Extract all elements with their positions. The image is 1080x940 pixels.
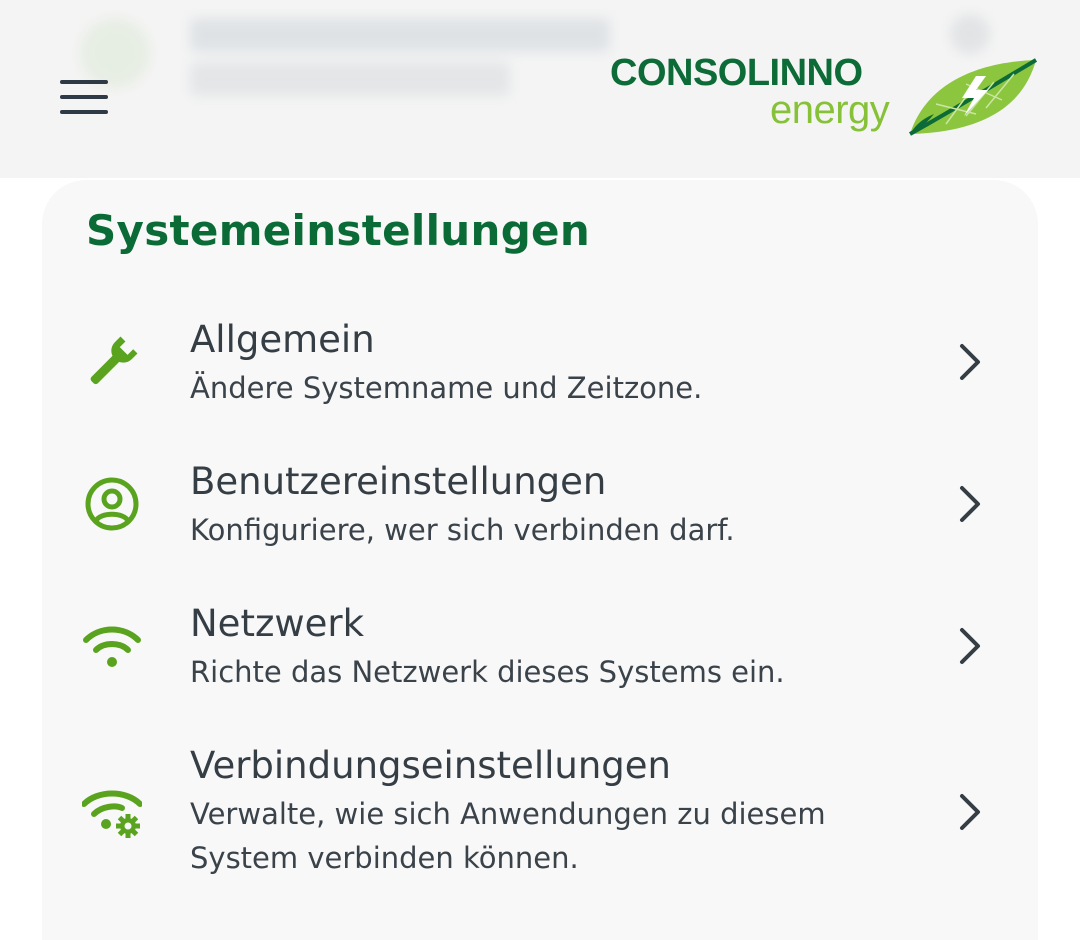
settings-item-label: Verbindungseinstellungen <box>190 744 671 787</box>
hamburger-menu-icon[interactable] <box>58 78 110 116</box>
settings-item-description: Verwalte, wie sich Anwendungen zu diesem… <box>190 797 826 875</box>
settings-item-label: Netzwerk <box>190 602 365 645</box>
settings-item-description: Konfiguriere, wer sich verbinden darf. <box>190 513 735 547</box>
user-circle-icon <box>85 477 139 531</box>
chevron-right-icon <box>960 794 980 830</box>
settings-item-netzwerk[interactable]: Netzwerk Richte das Netzwerk dieses Syst… <box>42 600 1038 700</box>
settings-item-verbindungseinstellungen[interactable]: Verbindungseinstellungen Verwalte, wie s… <box>42 742 1038 892</box>
settings-item-benutzereinstellungen[interactable]: Benutzereinstellungen Konfiguriere, wer … <box>42 458 1038 558</box>
consolinno-logo: CONSOLINNO energy <box>610 50 1050 142</box>
app-header: CONSOLINNO energy <box>0 0 1080 178</box>
wifi-icon <box>83 626 141 667</box>
leaf-logo-icon <box>909 58 1038 136</box>
chevron-right-icon <box>960 486 980 522</box>
wifi-settings-icon <box>82 790 142 838</box>
settings-item-allgemein[interactable]: Allgemein Ändere Systemname und Zeitzone… <box>42 316 1038 416</box>
settings-item-description: Richte das Netzwerk dieses Systems ein. <box>190 655 785 689</box>
settings-item-label: Allgemein <box>190 318 375 361</box>
chevron-right-icon <box>960 344 980 380</box>
page-title: Systemeinstellungen <box>86 206 591 255</box>
settings-item-description: Ändere Systemname und Zeitzone. <box>190 371 703 405</box>
logo-subtitle: energy <box>770 88 890 132</box>
chevron-right-icon <box>960 628 980 664</box>
settings-item-label: Benutzereinstellungen <box>190 460 607 503</box>
wrench-icon <box>90 336 138 385</box>
